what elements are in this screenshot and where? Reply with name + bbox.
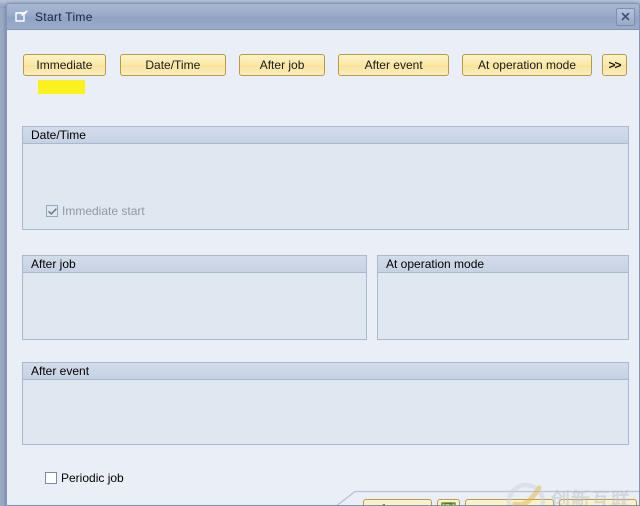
panel-after-job-title: After job: [23, 256, 366, 273]
immediate-start-label: Immediate start: [62, 204, 145, 218]
panel-after-event-title: After event: [23, 363, 628, 380]
mode-button-date-time[interactable]: Date/Time: [119, 53, 226, 76]
periodic-job-checkbox-row[interactable]: Periodic job: [45, 471, 124, 485]
mode-button-at-operation-mode[interactable]: At operation mode: [461, 53, 593, 76]
save-floppy-icon: [441, 502, 456, 505]
restrictions-button-label: Restrictions: [567, 503, 630, 506]
dialog-title: Start Time: [35, 9, 93, 24]
panel-at-operation-mode: At operation mode: [377, 255, 629, 340]
close-icon[interactable]: [616, 7, 635, 26]
panel-after-event-body: [23, 380, 628, 444]
check-button-label: Check: [390, 503, 424, 506]
restrictions-button[interactable]: Restrictions: [558, 499, 638, 506]
window-restore-icon: [15, 10, 29, 23]
start-time-dialog: Start Time Immediate Date/Time After job…: [6, 3, 640, 506]
dialog-titlebar[interactable]: Start Time: [7, 4, 639, 30]
mode-button-after-event[interactable]: After event: [338, 53, 449, 76]
start-time-mode-buttons: Immediate Date/Time After job After even…: [23, 53, 628, 76]
panel-date-time: Date/Time Immediate start: [22, 126, 629, 230]
mode-button-after-job[interactable]: After job: [238, 53, 326, 76]
dialog-action-bar: Check Period values Restrictions: [363, 496, 639, 506]
periodic-job-label: Periodic job: [61, 471, 124, 485]
mode-button-more-chevron[interactable]: >>: [602, 53, 628, 76]
mode-button-immediate[interactable]: Immediate: [23, 53, 106, 76]
panel-date-time-title: Date/Time: [23, 127, 628, 144]
panel-after-job-body: [23, 273, 366, 339]
panel-at-operation-mode-title: At operation mode: [378, 256, 628, 273]
immediate-start-checkbox: [46, 205, 58, 217]
panel-at-operation-mode-body: [378, 273, 628, 339]
check-button[interactable]: Check: [363, 499, 433, 506]
period-values-button[interactable]: Period values: [465, 499, 554, 506]
save-button[interactable]: [437, 499, 461, 505]
dialog-content: Immediate Date/Time After job After even…: [7, 30, 639, 506]
period-values-button-label: Period values: [473, 503, 546, 506]
panel-date-time-body: Immediate start: [23, 144, 628, 229]
periodic-job-checkbox[interactable]: [45, 472, 57, 484]
immediate-start-checkbox-row[interactable]: Immediate start: [46, 204, 145, 218]
immediate-highlight-marker: [38, 80, 85, 94]
panel-after-job: After job: [22, 255, 367, 340]
panel-after-event: After event: [22, 362, 629, 445]
